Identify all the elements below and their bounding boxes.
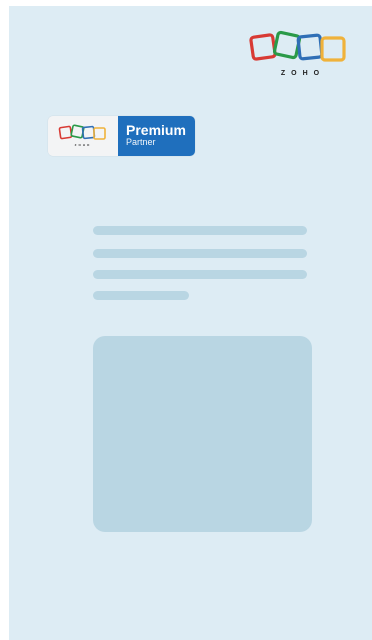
- placeholder-line: [93, 226, 307, 235]
- premium-partner-badge: ZOHO Premium Partner: [48, 116, 195, 156]
- placeholder-image-block: [93, 336, 312, 532]
- page-card: ZOHO ZOHO Premium Partner: [9, 6, 372, 640]
- zoho-logo-word: ZOHO: [280, 70, 326, 77]
- placeholder-line: [93, 249, 307, 258]
- badge-label-area: Premium Partner: [118, 116, 195, 156]
- placeholder-line-short: [93, 291, 189, 300]
- badge-logo-area: ZOHO: [48, 116, 118, 156]
- badge-title: Premium: [126, 122, 186, 138]
- zoho-mini-logo-icon: [58, 124, 106, 140]
- zoho-logo: ZOHO: [249, 30, 349, 82]
- zoho-logo-icon: [249, 30, 346, 62]
- badge-mini-word: ZOHO: [74, 143, 92, 147]
- placeholder-line: [93, 270, 307, 279]
- badge-subtitle: Partner: [126, 137, 156, 147]
